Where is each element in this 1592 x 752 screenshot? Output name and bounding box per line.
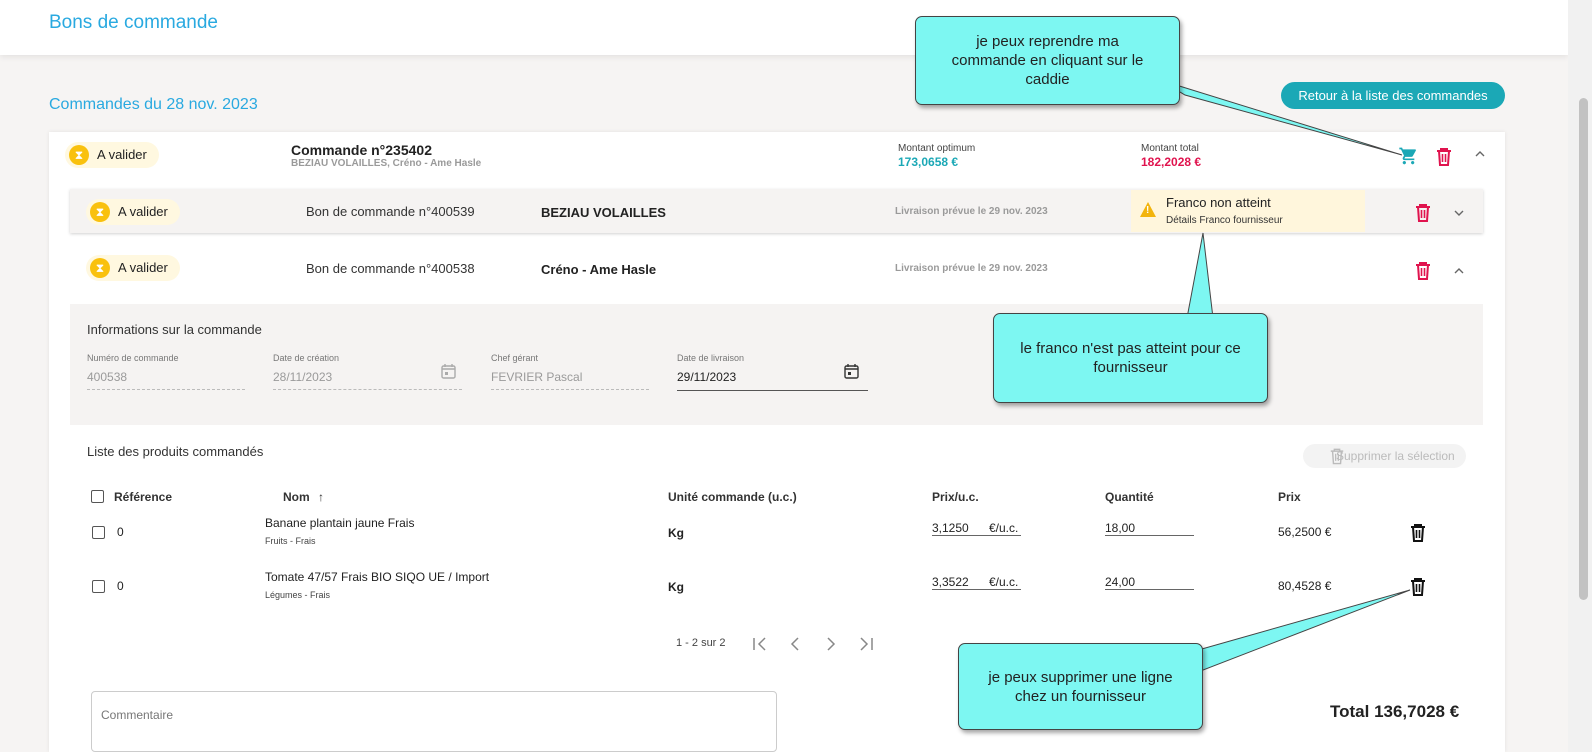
- sub-order-status-badge: ⧗ A valider: [86, 255, 180, 281]
- first-page-icon[interactable]: [752, 636, 768, 652]
- delivery-date-input[interactable]: 29/11/2023: [677, 370, 736, 384]
- order-number-field: 400538: [87, 370, 128, 384]
- column-header-price[interactable]: Prix: [1278, 490, 1301, 504]
- hourglass-icon: ⧗: [90, 202, 110, 222]
- delete-selection-button[interactable]: Supprimer la sélection: [1303, 444, 1466, 468]
- hourglass-icon: ⧗: [69, 145, 89, 165]
- row-reference: 0: [117, 579, 124, 593]
- section-title: Commandes du 28 nov. 2023: [49, 96, 258, 113]
- order-title: Commande n°235402: [291, 142, 432, 158]
- chevron-up-icon[interactable]: [1475, 150, 1485, 158]
- sub-order-number: Bon de commande n°400539: [306, 204, 475, 219]
- sub-order-supplier: BEZIAU VOLAILLES: [541, 205, 666, 220]
- row-unit-price-input[interactable]: 3,3522 €/u.c.: [932, 575, 1021, 590]
- comment-textarea[interactable]: Commentaire: [91, 691, 777, 752]
- top-bar: Bons de commande: [0, 0, 1568, 55]
- hourglass-icon: ⧗: [90, 258, 110, 278]
- chef-label: Chef gérant: [491, 353, 539, 363]
- column-header-unit[interactable]: Unité commande (u.c.): [668, 490, 797, 504]
- delivery-date-label: Date de livraison: [677, 353, 745, 363]
- order-number-label: Numéro de commande: [87, 353, 179, 363]
- select-all-checkbox[interactable]: [91, 490, 104, 503]
- info-title: Informations sur la commande: [87, 322, 262, 337]
- row-product-name: Tomate 47/57 Frais BIO SIQO UE / Import: [265, 570, 490, 584]
- row-reference: 0: [117, 525, 124, 539]
- chevron-up-icon[interactable]: [1454, 267, 1464, 275]
- row-price: 56,2500 €: [1278, 525, 1332, 539]
- sub-order-number: Bon de commande n°400538: [306, 261, 475, 276]
- back-to-orders-button[interactable]: Retour à la liste des commandes: [1281, 82, 1505, 109]
- optimum-value: 173,0658 €: [898, 155, 959, 169]
- row-product-category: Fruits - Frais: [265, 536, 316, 546]
- delete-row-trash-icon[interactable]: [1409, 523, 1427, 542]
- delete-row-trash-icon[interactable]: [1409, 577, 1427, 596]
- callout-cart: je peux reprendre ma commande en cliquan…: [915, 16, 1180, 105]
- total-label: Montant total: [1141, 143, 1199, 154]
- order-status-badge: ⧗ A valider: [65, 142, 159, 168]
- total-value: 182,2028 €: [1141, 155, 1202, 169]
- creation-date-field: 28/11/2023: [273, 370, 333, 384]
- calendar-icon[interactable]: [844, 363, 859, 379]
- sub-order-status-badge: ⧗ A valider: [86, 199, 180, 225]
- products-title: Liste des produits commandés: [87, 444, 264, 459]
- column-header-name[interactable]: Nom ↑: [283, 490, 324, 504]
- row-product-category: Légumes - Frais: [265, 590, 331, 600]
- field-underline: [273, 389, 462, 390]
- order-info-panel: [70, 304, 1483, 425]
- delete-order-trash-icon[interactable]: [1435, 147, 1453, 166]
- callout-delete: je peux supprimer une ligne chez un four…: [958, 643, 1203, 730]
- last-page-icon[interactable]: [858, 636, 874, 652]
- previous-page-icon[interactable]: [789, 636, 801, 652]
- field-underline: [677, 390, 868, 391]
- row-unit: Kg: [668, 580, 684, 594]
- next-page-icon[interactable]: [825, 636, 837, 652]
- row-unit: Kg: [668, 526, 684, 540]
- column-header-unit-price[interactable]: Prix/u.c.: [932, 490, 979, 504]
- sub-order-delivery: Livraison prévue le 29 nov. 2023: [895, 263, 1048, 274]
- chevron-down-icon[interactable]: [1454, 209, 1464, 217]
- column-header-reference[interactable]: Référence: [114, 490, 172, 504]
- order-total: Total 136,7028 €: [1330, 702, 1460, 721]
- delete-sub-order-trash-icon[interactable]: [1414, 261, 1432, 280]
- scrollbar-thumb[interactable]: [1579, 98, 1588, 600]
- sub-order-supplier: Créno - Ame Hasle: [541, 262, 657, 277]
- row-quantity-input[interactable]: 18,00: [1105, 521, 1194, 536]
- row-checkbox[interactable]: [92, 580, 105, 593]
- callout-franco: le franco n'est pas atteint pour ce four…: [993, 313, 1268, 403]
- delete-sub-order-trash-icon[interactable]: [1414, 203, 1432, 222]
- column-header-quantity[interactable]: Quantité: [1105, 490, 1154, 504]
- cart-icon[interactable]: [1398, 146, 1419, 166]
- franco-details-link[interactable]: Détails Franco fournisseur: [1166, 215, 1283, 226]
- row-checkbox[interactable]: [92, 526, 105, 539]
- field-underline: [491, 389, 649, 390]
- pagination-label: 1 - 2 sur 2: [676, 637, 726, 649]
- optimum-label: Montant optimum: [898, 143, 976, 154]
- franco-warning: ! Franco non atteint Détails Franco four…: [1131, 190, 1365, 232]
- row-product-name: Banane plantain jaune Frais: [265, 516, 415, 530]
- chef-field: FEVRIER Pascal: [491, 370, 583, 384]
- order-subtitle: BEZIAU VOLAILLES, Créno - Ame Hasle: [291, 158, 482, 169]
- creation-date-label: Date de création: [273, 353, 340, 363]
- calendar-icon: [441, 363, 456, 379]
- page-title: Bons de commande: [49, 12, 218, 33]
- sort-arrow-icon: ↑: [318, 490, 325, 504]
- warning-icon: !: [1140, 202, 1156, 217]
- field-underline: [87, 389, 245, 390]
- row-unit-price-input[interactable]: 3,1250 €/u.c.: [932, 521, 1021, 536]
- franco-title: Franco non atteint: [1166, 195, 1271, 210]
- sub-order-delivery: Livraison prévue le 29 nov. 2023: [895, 206, 1048, 217]
- row-price: 80,4528 €: [1278, 579, 1332, 593]
- row-quantity-input[interactable]: 24,00: [1105, 575, 1194, 590]
